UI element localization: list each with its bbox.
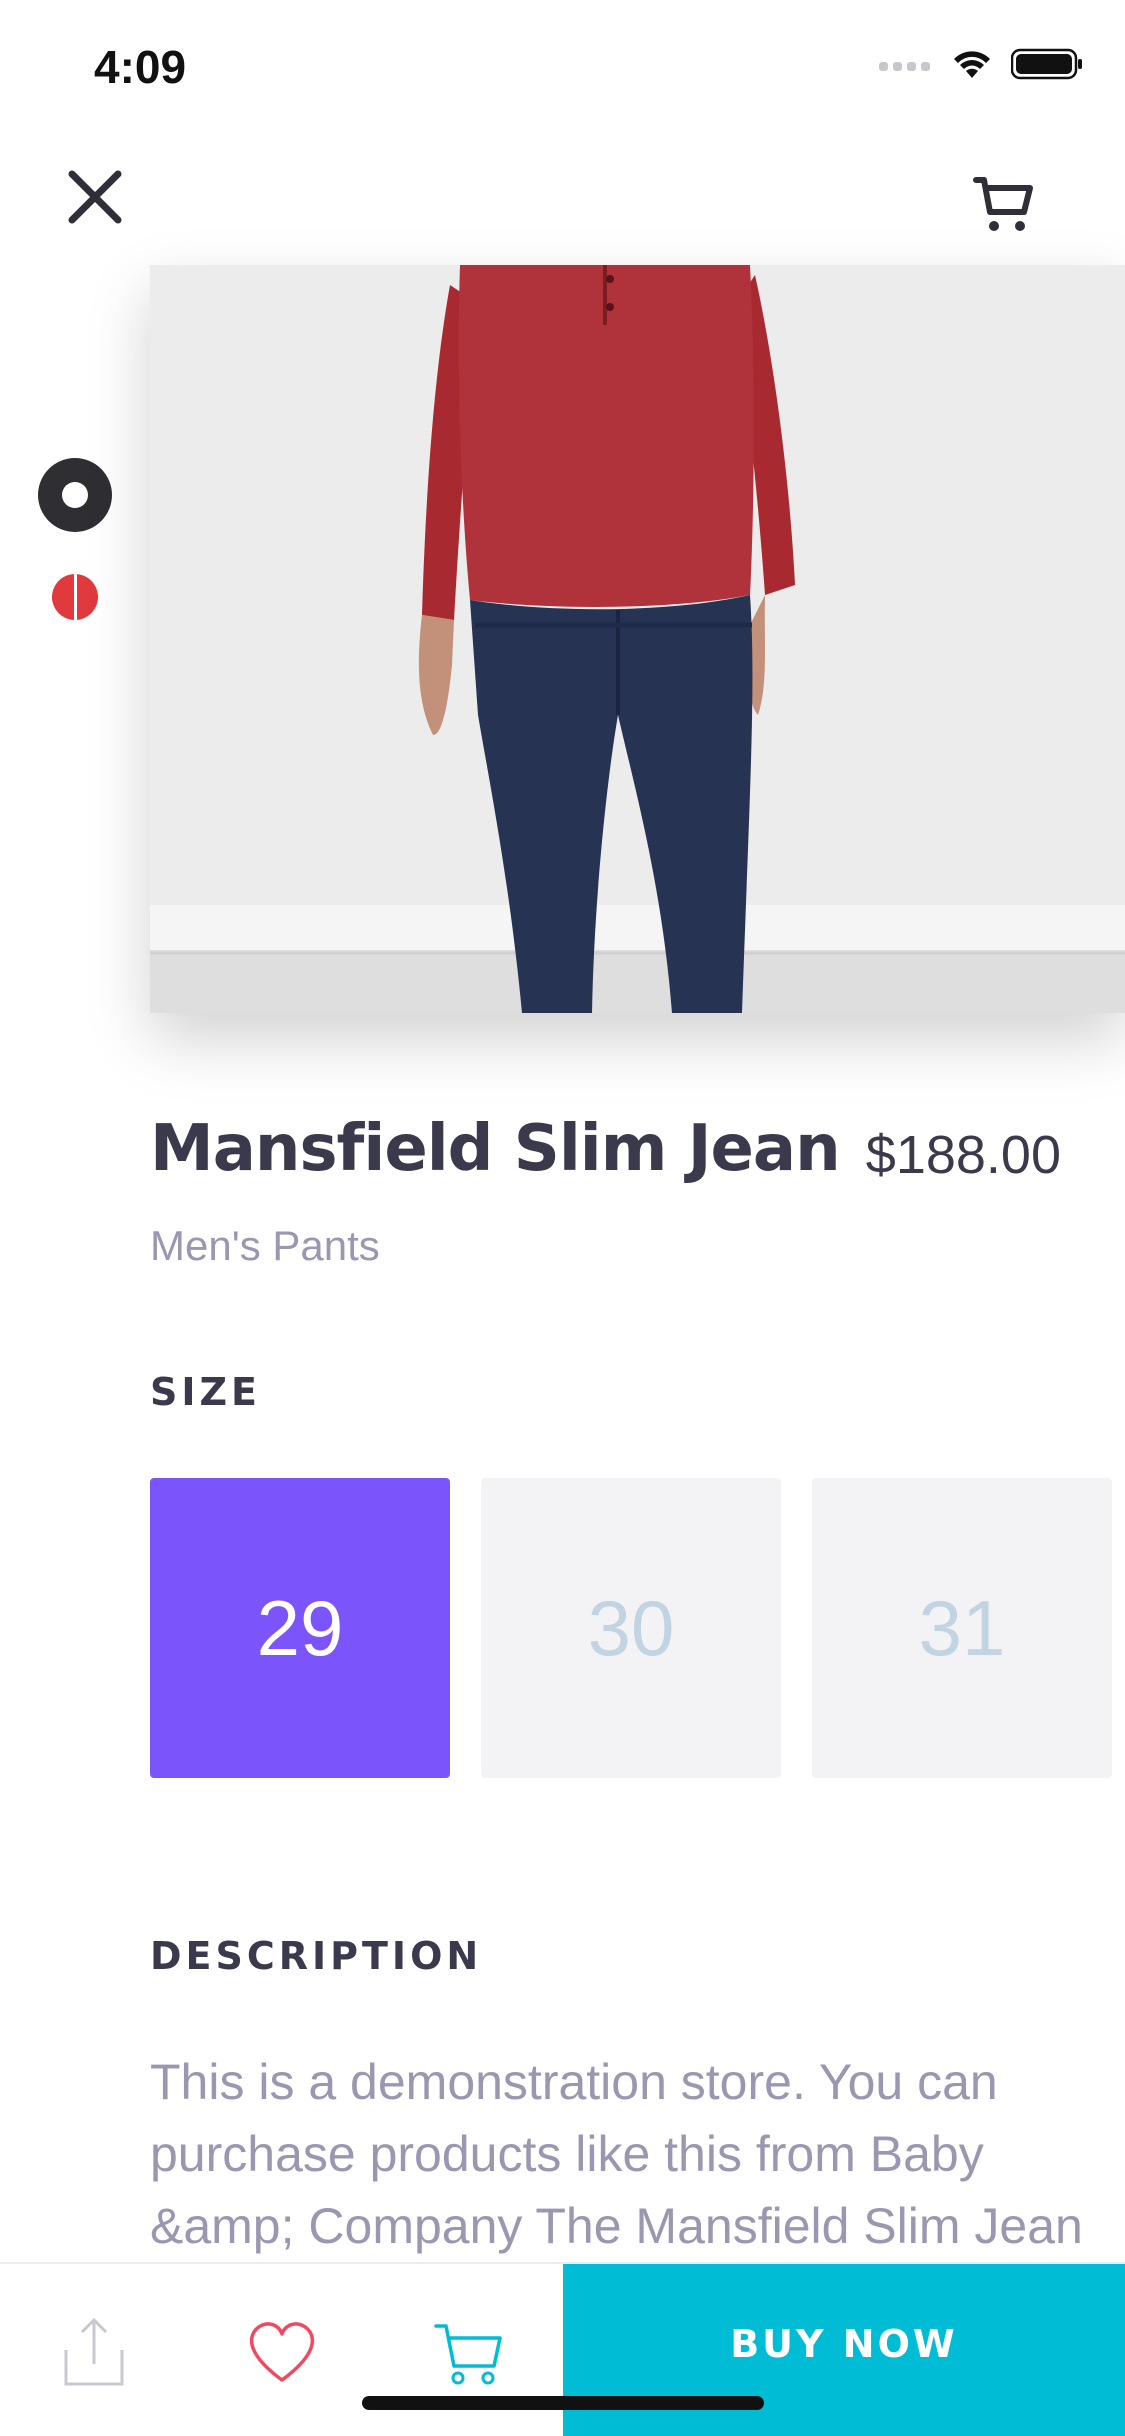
size-heading: SIZE: [150, 1370, 262, 1414]
status-bar: 4:09: [0, 0, 1125, 132]
color-swatch-red[interactable]: [52, 574, 98, 620]
size-option-30[interactable]: 30: [481, 1478, 781, 1778]
buy-now-button[interactable]: BUY NOW: [563, 2264, 1125, 2436]
cart-icon: [434, 2324, 502, 2385]
battery-icon: [1011, 48, 1082, 80]
cellular-signal-icon: [879, 62, 930, 71]
status-time: 4:09: [94, 41, 187, 93]
header-cart-button[interactable]: [972, 172, 1038, 238]
color-swatch-dark[interactable]: [38, 458, 112, 532]
product-category: Men's Pants: [150, 1222, 380, 1269]
home-indicator: [362, 2396, 764, 2410]
share-icon: [64, 2317, 124, 2386]
close-icon: [68, 170, 122, 224]
description-heading: DESCRIPTION: [150, 1934, 483, 1978]
share-button[interactable]: [54, 2312, 134, 2392]
cart-icon: [973, 177, 1033, 231]
size-option-29[interactable]: 29: [150, 1478, 450, 1778]
product-price: $188.00: [865, 1125, 1061, 1185]
product-image: [150, 265, 1125, 1013]
status-icons: [879, 48, 1083, 80]
wishlist-button[interactable]: [242, 2312, 322, 2392]
product-photo: [150, 265, 1125, 1013]
wifi-icon: [954, 51, 990, 78]
size-option-31[interactable]: 31: [812, 1478, 1112, 1778]
add-to-cart-button[interactable]: [428, 2312, 508, 2392]
product-title: Mansfield Slim Jean: [150, 1112, 841, 1186]
heart-icon: [249, 2322, 315, 2382]
close-button[interactable]: [62, 164, 128, 230]
size-options: 29 30 31: [150, 1478, 1112, 1778]
